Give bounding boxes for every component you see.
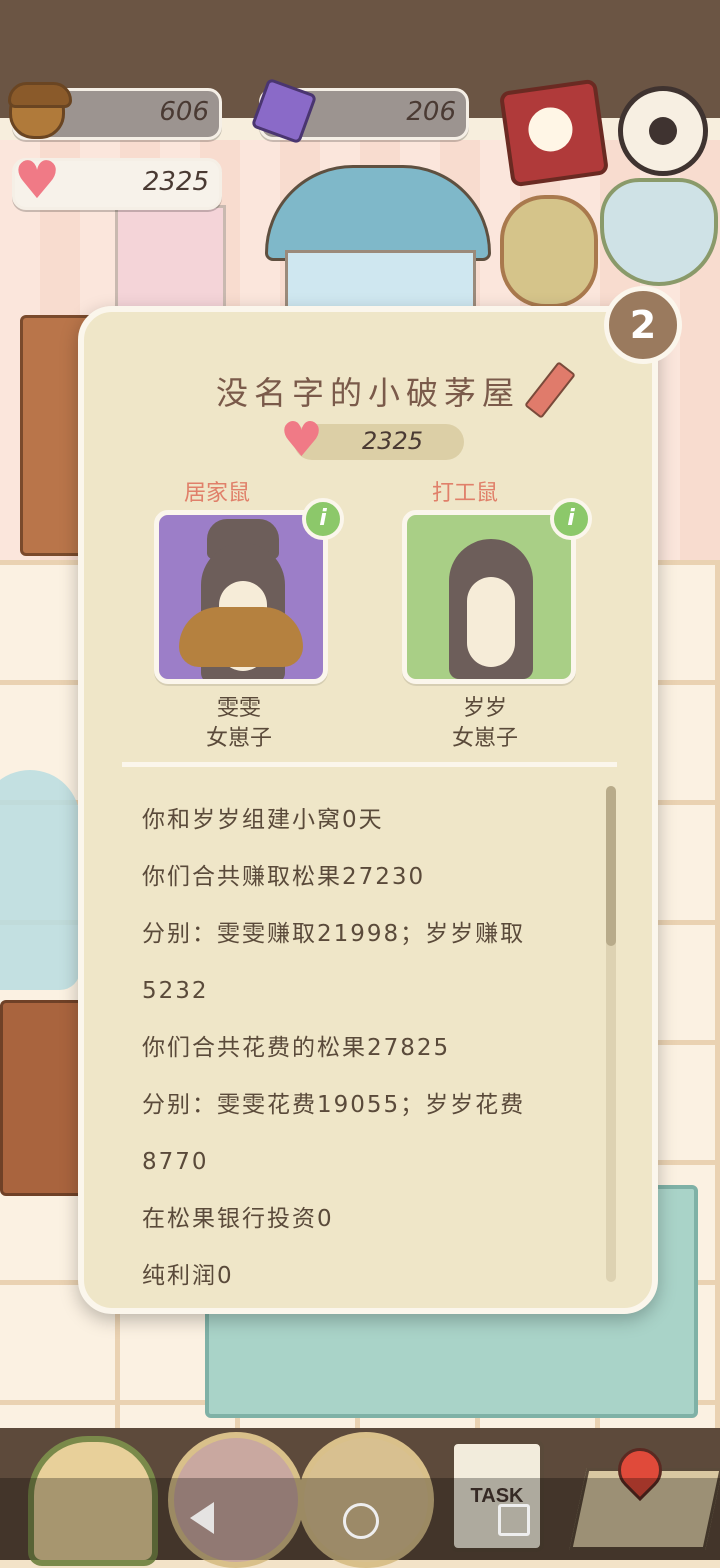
gem-icon bbox=[250, 77, 318, 145]
heart-icon: ♥ bbox=[13, 151, 61, 211]
drawer-cabinet bbox=[0, 1000, 86, 1196]
resident-name: 岁岁 bbox=[462, 696, 507, 721]
acorn-count: 606 bbox=[159, 97, 209, 127]
scrollbar-thumb[interactable] bbox=[606, 786, 616, 946]
house-heart-count: 2325 bbox=[362, 427, 424, 455]
stat-line: 纯利润0 bbox=[142, 1263, 234, 1289]
resident-gender: 女崽子 bbox=[205, 726, 272, 751]
gem-counter[interactable]: 206 bbox=[250, 77, 469, 145]
stat-line: 分别：雯雯赚取21998；岁岁赚取 bbox=[142, 921, 526, 947]
nav-back-icon[interactable] bbox=[190, 1502, 214, 1534]
stat-line: 你和岁岁组建小窝0天 bbox=[142, 807, 384, 833]
resident-card-home[interactable] bbox=[154, 510, 328, 684]
resident-name: 雯雯 bbox=[216, 696, 261, 721]
nav-home-icon[interactable] bbox=[343, 1503, 379, 1539]
acorn-counter[interactable]: 606 bbox=[8, 82, 222, 140]
wall-picture bbox=[115, 205, 226, 311]
resident-gender: 女崽子 bbox=[451, 726, 518, 751]
house-info-popup: 没名字的小破茅屋 ♥ 2325 居家鼠 打工鼠 i i 雯雯 女崽子 岁岁 女崽… bbox=[78, 306, 658, 1314]
info-icon[interactable]: i bbox=[302, 498, 344, 540]
heart-icon: ♥ bbox=[280, 412, 324, 468]
mouse-character bbox=[449, 539, 533, 679]
stat-line: 分别：雯雯花费19055；岁岁花费 bbox=[142, 1092, 526, 1118]
stat-line: 你们合共花费的松果27825 bbox=[142, 1035, 451, 1061]
flower-icon bbox=[525, 104, 576, 155]
nav-recents-icon[interactable] bbox=[498, 1504, 530, 1536]
stats-list[interactable]: 你和岁岁组建小窝0天 你们合共赚取松果27230 分别：雯雯赚取21998；岁岁… bbox=[142, 792, 582, 1305]
resident-role: 居家鼠 bbox=[183, 481, 250, 506]
settings-gear-button[interactable] bbox=[618, 86, 708, 176]
stat-line: 你们合共赚取松果27230 bbox=[142, 864, 426, 890]
mirror-frame bbox=[500, 195, 598, 308]
stat-line: 5232 bbox=[142, 978, 209, 1004]
info-icon[interactable]: i bbox=[550, 498, 592, 540]
journal-book-button[interactable] bbox=[498, 78, 610, 188]
divider bbox=[122, 762, 617, 767]
resident-card-work[interactable] bbox=[402, 510, 576, 684]
gear-icon bbox=[649, 117, 677, 145]
stat-line: 8770 bbox=[142, 1149, 209, 1175]
resident-role: 打工鼠 bbox=[431, 481, 498, 506]
house-heart-pill: ♥ 2325 bbox=[280, 412, 464, 468]
heart-counter[interactable]: ♥ 2325 bbox=[12, 155, 222, 210]
acorn-icon bbox=[7, 81, 72, 141]
gem-count: 206 bbox=[406, 97, 456, 127]
fish-bowl bbox=[0, 770, 80, 990]
stat-line: 在松果银行投资0 bbox=[142, 1206, 334, 1232]
back-arrow-button[interactable]: 2 bbox=[604, 286, 682, 364]
cape bbox=[179, 607, 303, 667]
heart-count: 2325 bbox=[142, 167, 209, 197]
